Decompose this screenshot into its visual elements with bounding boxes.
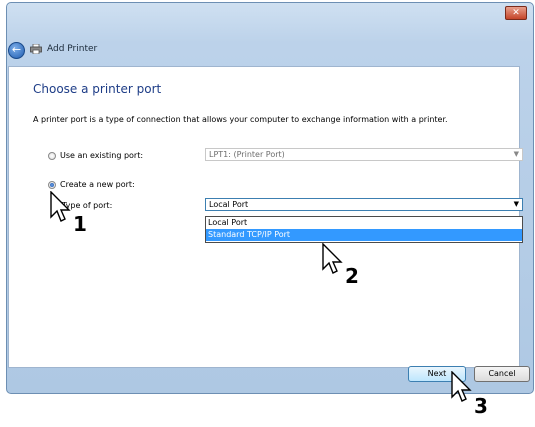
step-number-1: 1 <box>73 212 87 236</box>
cursor-pointer-icon <box>50 191 71 222</box>
existing-port-value: LPT1: (Printer Port) <box>209 150 285 159</box>
port-type-dropdown-list: Local Port Standard TCP/IP Port <box>205 216 523 243</box>
existing-port-radio[interactable] <box>48 152 56 160</box>
close-button[interactable]: ✕ <box>505 6 527 20</box>
create-port-radio[interactable] <box>48 181 56 189</box>
create-port-label: Create a new port: <box>60 180 135 189</box>
dropdown-item-standard-tcpip-port[interactable]: Standard TCP/IP Port <box>206 229 522 241</box>
page-heading: Choose a printer port <box>33 82 162 96</box>
window-title: Add Printer <box>47 44 98 54</box>
chevron-down-icon: ▼ <box>513 150 519 158</box>
existing-port-label: Use an existing port: <box>60 151 144 160</box>
port-type-value: Local Port <box>209 200 249 209</box>
dropdown-item-local-port[interactable]: Local Port <box>206 217 522 229</box>
cursor-pointer-icon <box>322 243 343 274</box>
chevron-down-icon: ▼ <box>513 200 519 208</box>
cursor-pointer-icon <box>451 371 472 402</box>
existing-port-select: LPT1: (Printer Port) ▼ <box>205 148 523 161</box>
cancel-button[interactable]: Cancel <box>474 366 530 382</box>
step-number-2: 2 <box>345 264 359 288</box>
port-type-select[interactable]: Local Port ▼ <box>205 198 523 211</box>
back-arrow-icon[interactable]: ← <box>8 42 25 59</box>
step-number-3: 3 <box>474 394 488 418</box>
page-description: A printer port is a type of connection t… <box>33 115 448 124</box>
printer-icon <box>30 44 42 54</box>
